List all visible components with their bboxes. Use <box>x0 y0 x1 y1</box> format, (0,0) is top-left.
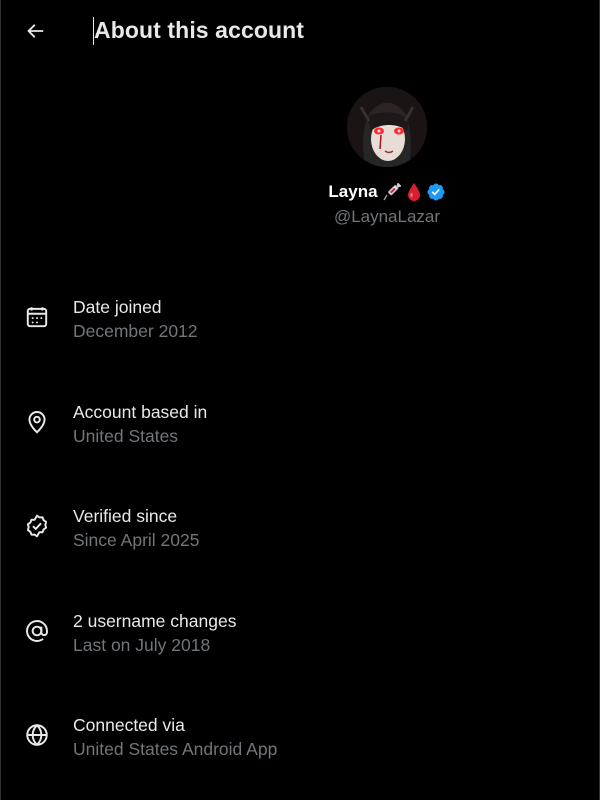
info-label: 2 username changes <box>73 610 237 631</box>
verified-check-icon <box>23 512 51 540</box>
location-pin-icon <box>23 408 51 436</box>
info-label: Date joined <box>73 297 162 317</box>
account-info-list: Date joined December 2012 Account based … <box>1 277 600 800</box>
verified-badge-icon[interactable] <box>426 182 446 202</box>
info-label: Verified since <box>73 506 178 526</box>
info-account-based-in: Account based in United States <box>1 382 600 487</box>
back-button[interactable] <box>17 13 53 49</box>
info-value: United States Android App <box>73 739 278 759</box>
info-date-joined: Date joined December 2012 <box>1 277 600 382</box>
avatar-image <box>347 87 427 167</box>
profile-summary: Layna @LaynaLazar <box>273 87 501 227</box>
info-value: Since April 2025 <box>73 530 200 550</box>
page-title: About this account <box>94 17 305 43</box>
username-handle: @LaynaLazar <box>333 207 441 226</box>
info-value: Last on July 2018 <box>73 634 211 655</box>
globe-icon <box>23 721 51 749</box>
info-label: Account based in <box>73 401 208 422</box>
info-value: United States <box>73 425 179 446</box>
drop-of-blood-emoji <box>407 183 420 201</box>
info-label: Connected via <box>73 715 185 735</box>
syringe-emoji <box>383 183 401 201</box>
calendar-icon <box>23 303 51 331</box>
info-username-changes: 2 username changes Last on July 2018 <box>1 591 600 696</box>
info-value: December 2012 <box>73 321 198 341</box>
page-header: About this account <box>1 0 600 62</box>
avatar[interactable] <box>347 87 427 167</box>
display-name: Layna <box>328 182 378 201</box>
info-connected-via: Connected via United States Android App <box>1 695 600 800</box>
info-verified-since: Verified since Since April 2025 <box>1 486 600 591</box>
at-sign-icon <box>23 617 51 645</box>
name-row: Layna <box>273 179 501 205</box>
arrow-left-icon <box>27 24 44 38</box>
about-account-page: About this account Layna @LaynaLazar Dat… <box>0 0 600 800</box>
